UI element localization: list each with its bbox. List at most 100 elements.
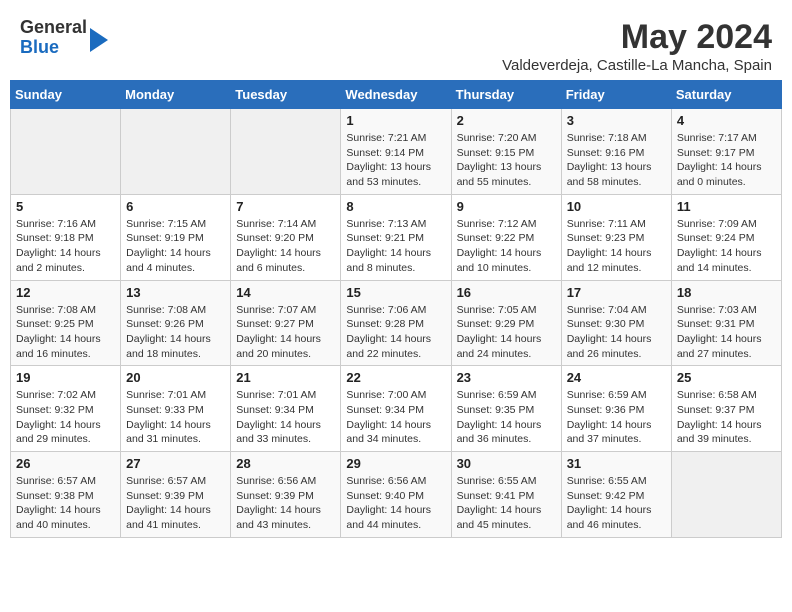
day-number: 28	[236, 456, 335, 471]
day-number: 12	[16, 285, 115, 300]
cell-sun-info: Sunrise: 7:18 AMSunset: 9:16 PMDaylight:…	[567, 131, 666, 190]
day-number: 11	[677, 199, 776, 214]
calendar-cell: 31 Sunrise: 6:55 AMSunset: 9:42 PMDayligh…	[561, 452, 671, 538]
calendar-cell: 18Sunrise: 7:03 AMSunset: 9:31 PMDayligh…	[671, 280, 781, 366]
cell-sun-info: Sunrise: 7:13 AMSunset: 9:21 PMDaylight:…	[346, 217, 445, 276]
calendar-cell: 8 Sunrise: 7:13 AMSunset: 9:21 PMDaylight…	[341, 194, 451, 280]
logo-blue: Blue	[20, 38, 87, 58]
cell-sun-info: Sunrise: 6:59 AMSunset: 9:35 PMDaylight:…	[457, 388, 556, 447]
calendar-cell: 13 Sunrise: 7:08 AMSunset: 9:26 PMDayligh…	[121, 280, 231, 366]
cell-sun-info: Sunrise: 7:06 AMSunset: 9:28 PMDaylight:…	[346, 303, 445, 362]
month-year-title: May 2024	[502, 18, 772, 57]
cell-sun-info: Sunrise: 7:00 AMSunset: 9:34 PMDaylight:…	[346, 388, 445, 447]
cell-sun-info: Sunrise: 7:14 AMSunset: 9:20 PMDaylight:…	[236, 217, 335, 276]
cell-sun-info: Sunrise: 7:05 AMSunset: 9:29 PMDaylight:…	[457, 303, 556, 362]
day-header-tuesday: Tuesday	[231, 81, 341, 109]
cell-sun-info: Sunrise: 7:02 AMSunset: 9:32 PMDaylight:…	[16, 388, 115, 447]
calendar-cell: 21 Sunrise: 7:01 AMSunset: 9:34 PMDayligh…	[231, 366, 341, 452]
calendar-cell: 14 Sunrise: 7:07 AMSunset: 9:27 PMDayligh…	[231, 280, 341, 366]
calendar-cell: 27Sunrise: 6:57 AMSunset: 9:39 PMDayligh…	[121, 452, 231, 538]
day-number: 22	[346, 370, 445, 385]
calendar-cell: 23 Sunrise: 6:59 AMSunset: 9:35 PMDayligh…	[451, 366, 561, 452]
calendar-week-1: 1 Sunrise: 7:21 AMSunset: 9:14 PMDaylight…	[11, 109, 782, 195]
day-number: 13	[126, 285, 225, 300]
day-number: 2	[457, 113, 556, 128]
cell-sun-info: Sunrise: 7:01 AMSunset: 9:33 PMDaylight:…	[126, 388, 225, 447]
day-number: 14	[236, 285, 335, 300]
cell-sun-info: Sunrise: 6:57 AMSunset: 9:38 PMDaylight:…	[16, 474, 115, 533]
calendar-cell: 24Sunrise: 6:59 AMSunset: 9:36 PMDayligh…	[561, 366, 671, 452]
calendar-cell	[231, 109, 341, 195]
calendar-cell: 3 Sunrise: 7:18 AMSunset: 9:16 PMDaylight…	[561, 109, 671, 195]
day-header-wednesday: Wednesday	[341, 81, 451, 109]
cell-sun-info: Sunrise: 7:08 AMSunset: 9:25 PMDaylight:…	[16, 303, 115, 362]
day-number: 16	[457, 285, 556, 300]
day-number: 26	[16, 456, 115, 471]
day-number: 1	[346, 113, 445, 128]
day-number: 29	[346, 456, 445, 471]
title-block: May 2024 Valdeverdeja, Castille-La Manch…	[502, 18, 772, 74]
calendar-cell: 1 Sunrise: 7:21 AMSunset: 9:14 PMDaylight…	[341, 109, 451, 195]
calendar-header: SundayMondayTuesdayWednesdayThursdayFrid…	[11, 81, 782, 109]
calendar-cell: 25Sunrise: 6:58 AMSunset: 9:37 PMDayligh…	[671, 366, 781, 452]
calendar-week-2: 5Sunrise: 7:16 AMSunset: 9:18 PMDaylight…	[11, 194, 782, 280]
calendar-week-5: 26 Sunrise: 6:57 AMSunset: 9:38 PMDayligh…	[11, 452, 782, 538]
calendar-cell: 26 Sunrise: 6:57 AMSunset: 9:38 PMDayligh…	[11, 452, 121, 538]
cell-sun-info: Sunrise: 6:55 AMSunset: 9:41 PMDaylight:…	[457, 474, 556, 533]
calendar-cell: 4 Sunrise: 7:17 AMSunset: 9:17 PMDaylight…	[671, 109, 781, 195]
cell-sun-info: Sunrise: 7:07 AMSunset: 9:27 PMDaylight:…	[236, 303, 335, 362]
calendar-cell: 10Sunrise: 7:11 AMSunset: 9:23 PMDayligh…	[561, 194, 671, 280]
cell-sun-info: Sunrise: 7:12 AMSunset: 9:22 PMDaylight:…	[457, 217, 556, 276]
day-header-monday: Monday	[121, 81, 231, 109]
calendar-cell	[671, 452, 781, 538]
logo-text: General Blue	[20, 18, 87, 58]
calendar-cell: 11 Sunrise: 7:09 AMSunset: 9:24 PMDayligh…	[671, 194, 781, 280]
cell-sun-info: Sunrise: 6:55 AMSunset: 9:42 PMDaylight:…	[567, 474, 666, 533]
location-subtitle: Valdeverdeja, Castille-La Mancha, Spain	[502, 57, 772, 74]
cell-sun-info: Sunrise: 7:08 AMSunset: 9:26 PMDaylight:…	[126, 303, 225, 362]
day-number: 8	[346, 199, 445, 214]
calendar-cell: 5Sunrise: 7:16 AMSunset: 9:18 PMDaylight…	[11, 194, 121, 280]
day-number: 30	[457, 456, 556, 471]
calendar-cell: 30 Sunrise: 6:55 AMSunset: 9:41 PMDayligh…	[451, 452, 561, 538]
day-number: 10	[567, 199, 666, 214]
calendar-cell: 6Sunrise: 7:15 AMSunset: 9:19 PMDaylight…	[121, 194, 231, 280]
day-header-row: SundayMondayTuesdayWednesdayThursdayFrid…	[11, 81, 782, 109]
day-header-saturday: Saturday	[671, 81, 781, 109]
calendar-body: 1 Sunrise: 7:21 AMSunset: 9:14 PMDaylight…	[11, 109, 782, 538]
cell-sun-info: Sunrise: 6:56 AMSunset: 9:39 PMDaylight:…	[236, 474, 335, 533]
day-number: 19	[16, 370, 115, 385]
cell-sun-info: Sunrise: 6:57 AMSunset: 9:39 PMDaylight:…	[126, 474, 225, 533]
day-number: 23	[457, 370, 556, 385]
calendar-cell: 16 Sunrise: 7:05 AMSunset: 9:29 PMDayligh…	[451, 280, 561, 366]
calendar-cell: 28 Sunrise: 6:56 AMSunset: 9:39 PMDayligh…	[231, 452, 341, 538]
calendar-week-3: 12 Sunrise: 7:08 AMSunset: 9:25 PMDayligh…	[11, 280, 782, 366]
logo-arrow-icon	[90, 28, 108, 52]
calendar-cell: 12 Sunrise: 7:08 AMSunset: 9:25 PMDayligh…	[11, 280, 121, 366]
day-header-friday: Friday	[561, 81, 671, 109]
calendar-cell: 19 Sunrise: 7:02 AMSunset: 9:32 PMDayligh…	[11, 366, 121, 452]
day-number: 20	[126, 370, 225, 385]
calendar-cell	[11, 109, 121, 195]
calendar-cell: 29 Sunrise: 6:56 AMSunset: 9:40 PMDayligh…	[341, 452, 451, 538]
calendar-cell: 2Sunrise: 7:20 AMSunset: 9:15 PMDaylight…	[451, 109, 561, 195]
day-number: 31	[567, 456, 666, 471]
day-number: 21	[236, 370, 335, 385]
calendar-cell: 22 Sunrise: 7:00 AMSunset: 9:34 PMDayligh…	[341, 366, 451, 452]
cell-sun-info: Sunrise: 7:09 AMSunset: 9:24 PMDaylight:…	[677, 217, 776, 276]
logo: General Blue	[20, 18, 108, 58]
calendar-week-4: 19 Sunrise: 7:02 AMSunset: 9:32 PMDayligh…	[11, 366, 782, 452]
calendar-cell: 20 Sunrise: 7:01 AMSunset: 9:33 PMDayligh…	[121, 366, 231, 452]
calendar-table: SundayMondayTuesdayWednesdayThursdayFrid…	[10, 80, 782, 538]
cell-sun-info: Sunrise: 7:03 AMSunset: 9:31 PMDaylight:…	[677, 303, 776, 362]
day-number: 4	[677, 113, 776, 128]
cell-sun-info: Sunrise: 7:01 AMSunset: 9:34 PMDaylight:…	[236, 388, 335, 447]
cell-sun-info: Sunrise: 6:56 AMSunset: 9:40 PMDaylight:…	[346, 474, 445, 533]
day-number: 7	[236, 199, 335, 214]
calendar-cell: 15Sunrise: 7:06 AMSunset: 9:28 PMDayligh…	[341, 280, 451, 366]
cell-sun-info: Sunrise: 6:58 AMSunset: 9:37 PMDaylight:…	[677, 388, 776, 447]
day-number: 3	[567, 113, 666, 128]
cell-sun-info: Sunrise: 7:17 AMSunset: 9:17 PMDaylight:…	[677, 131, 776, 190]
day-number: 5	[16, 199, 115, 214]
cell-sun-info: Sunrise: 7:21 AMSunset: 9:14 PMDaylight:…	[346, 131, 445, 190]
